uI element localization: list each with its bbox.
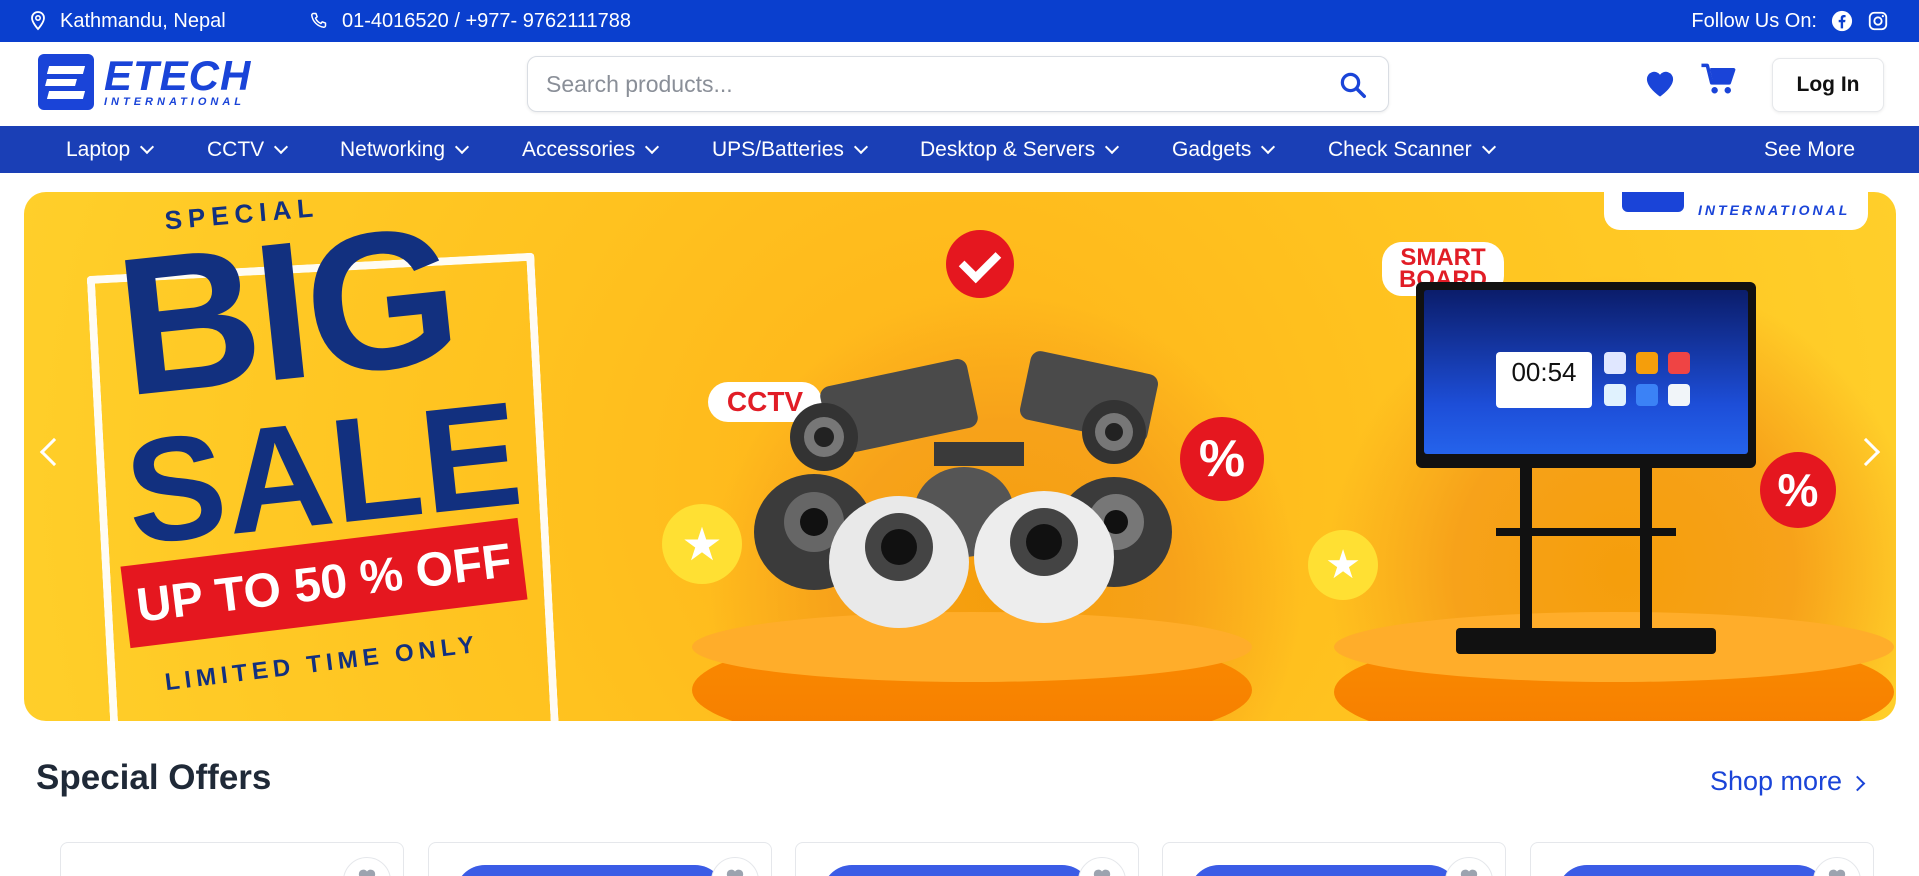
logo-title: ETECH bbox=[104, 52, 252, 99]
product-card[interactable] bbox=[795, 842, 1139, 876]
location-text: Kathmandu, Nepal bbox=[60, 9, 226, 32]
board-clock: 00:54 bbox=[1496, 352, 1592, 408]
site-header: ETECH INTERNATIONAL Log In bbox=[0, 42, 1919, 126]
nav-item-networking[interactable]: Networking bbox=[340, 126, 470, 173]
nav-item-ups-batteries[interactable]: UPS/Batteries bbox=[712, 126, 868, 173]
smart-board-image: 00:54 bbox=[1416, 282, 1756, 468]
banner-corner-logo: INTERNATIONAL bbox=[1604, 192, 1868, 230]
heart-icon bbox=[1460, 869, 1478, 876]
chevron-down-icon bbox=[645, 139, 660, 154]
login-button[interactable]: Log In bbox=[1772, 58, 1884, 112]
percent-badge-icon: % bbox=[1760, 452, 1836, 528]
heart-icon bbox=[1093, 869, 1111, 876]
heart-icon bbox=[358, 869, 376, 876]
product-card[interactable] bbox=[428, 842, 772, 876]
promo-banner-carousel[interactable]: SPECIAL BIG SALE UP TO 50 % OFF LIMITED … bbox=[24, 192, 1896, 721]
phone-icon bbox=[311, 12, 327, 28]
chevron-right-icon bbox=[1849, 775, 1866, 792]
product-card[interactable] bbox=[60, 842, 404, 876]
special-offers-title: Special Offers bbox=[36, 758, 272, 797]
chevron-down-icon bbox=[1105, 139, 1120, 154]
product-card[interactable] bbox=[1530, 842, 1874, 876]
big-sale-headline: SPECIAL BIG SALE bbox=[108, 192, 529, 576]
chevron-down-icon bbox=[454, 139, 470, 154]
star-badge-icon: ★ bbox=[1308, 530, 1378, 600]
chevron-down-icon bbox=[853, 139, 868, 154]
facebook-icon[interactable] bbox=[1831, 10, 1853, 32]
location-info: Kathmandu, Nepal bbox=[30, 0, 226, 42]
wishlist-button[interactable] bbox=[1813, 857, 1861, 876]
shop-more-link[interactable]: Shop more bbox=[1710, 766, 1866, 797]
nav-item-check-scanner[interactable]: Check Scanner bbox=[1328, 126, 1496, 173]
board-stand bbox=[1456, 468, 1716, 668]
carousel-prev-icon[interactable] bbox=[39, 437, 69, 467]
search-icon[interactable] bbox=[1338, 70, 1368, 100]
wishlist-button[interactable] bbox=[343, 857, 391, 876]
cart-icon[interactable] bbox=[1700, 62, 1738, 98]
nav-item-accessories[interactable]: Accessories bbox=[522, 126, 660, 173]
checkmark-badge-icon bbox=[946, 230, 1014, 298]
heart-icon bbox=[726, 869, 744, 876]
nav-see-more[interactable]: See More bbox=[1764, 126, 1855, 173]
logo-mark-icon bbox=[1622, 192, 1684, 212]
top-info-bar: Kathmandu, Nepal 01-4016520 / +977- 9762… bbox=[0, 0, 1919, 42]
chevron-down-icon bbox=[140, 139, 155, 154]
chevron-down-icon bbox=[274, 139, 289, 154]
nav-item-cctv[interactable]: CCTV bbox=[207, 126, 289, 173]
product-card[interactable] bbox=[1162, 842, 1506, 876]
heart-icon bbox=[1828, 869, 1846, 876]
category-nav: Laptop CCTV Networking Accessories UPS/B… bbox=[0, 126, 1919, 173]
social-links: Follow Us On: bbox=[1691, 0, 1889, 42]
nav-item-laptop[interactable]: Laptop bbox=[66, 126, 155, 173]
chevron-down-icon bbox=[1481, 139, 1496, 154]
wishlist-button[interactable] bbox=[1078, 857, 1126, 876]
heart-icon[interactable] bbox=[1642, 66, 1678, 98]
instagram-icon[interactable] bbox=[1867, 10, 1889, 32]
phone-text: 01-4016520 / +977- 9762111788 bbox=[342, 9, 631, 32]
chevron-down-icon bbox=[1261, 139, 1276, 154]
wishlist-button[interactable] bbox=[1445, 857, 1493, 876]
nav-item-gadgets[interactable]: Gadgets bbox=[1172, 126, 1276, 173]
nav-item-desktop-servers[interactable]: Desktop & Servers bbox=[920, 126, 1120, 173]
cctv-cameras-image bbox=[754, 351, 1172, 628]
follow-label: Follow Us On: bbox=[1691, 9, 1817, 32]
site-logo[interactable]: ETECH INTERNATIONAL bbox=[38, 54, 251, 110]
search-bar bbox=[527, 56, 1389, 112]
logo-subtitle: INTERNATIONAL bbox=[104, 96, 246, 108]
location-pin-icon bbox=[31, 11, 45, 31]
wishlist-button[interactable] bbox=[711, 857, 759, 876]
phone-info[interactable]: 01-4016520 / +977- 9762111788 bbox=[308, 0, 631, 42]
search-input[interactable] bbox=[546, 67, 1306, 101]
logo-mark-icon bbox=[38, 54, 94, 110]
